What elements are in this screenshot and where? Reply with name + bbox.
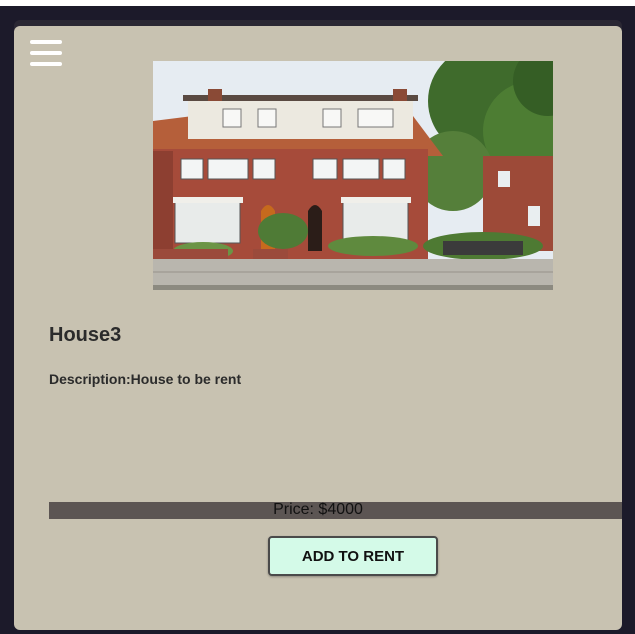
add-to-rent-button[interactable]: ADD TO RENT [268,536,438,576]
hamburger-menu-icon[interactable] [30,40,62,66]
listing-card: House3 Description:House to be rent Pric… [14,26,622,630]
house-image [153,61,553,290]
house-photo [153,61,553,290]
hamburger-line [30,51,62,55]
top-bar [0,0,635,6]
hamburger-line [30,62,62,66]
listing-description: Description:House to be rent [49,371,242,387]
listing-title: House3 [49,324,122,346]
hamburger-line [30,40,62,44]
price-label: Price: $4000 [273,501,363,518]
